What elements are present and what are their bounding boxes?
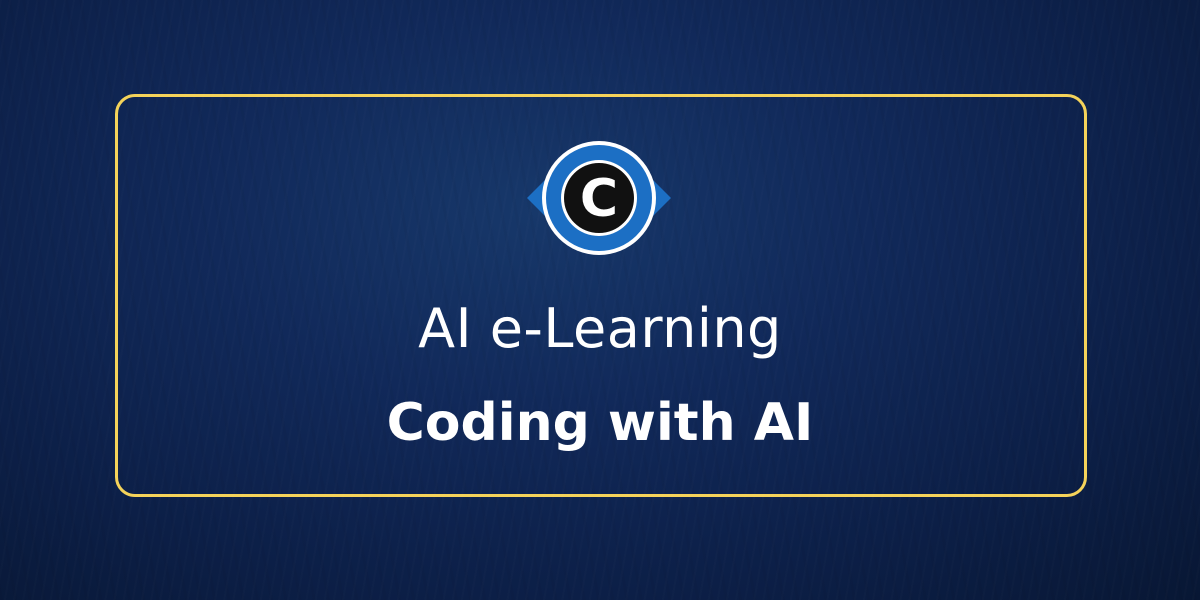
svg-text:C: C [580,169,618,229]
logo-icon: C [527,141,671,255]
banner-title: AI e-Learning [418,297,782,360]
banner-subtitle: Coding with AI [386,393,814,453]
